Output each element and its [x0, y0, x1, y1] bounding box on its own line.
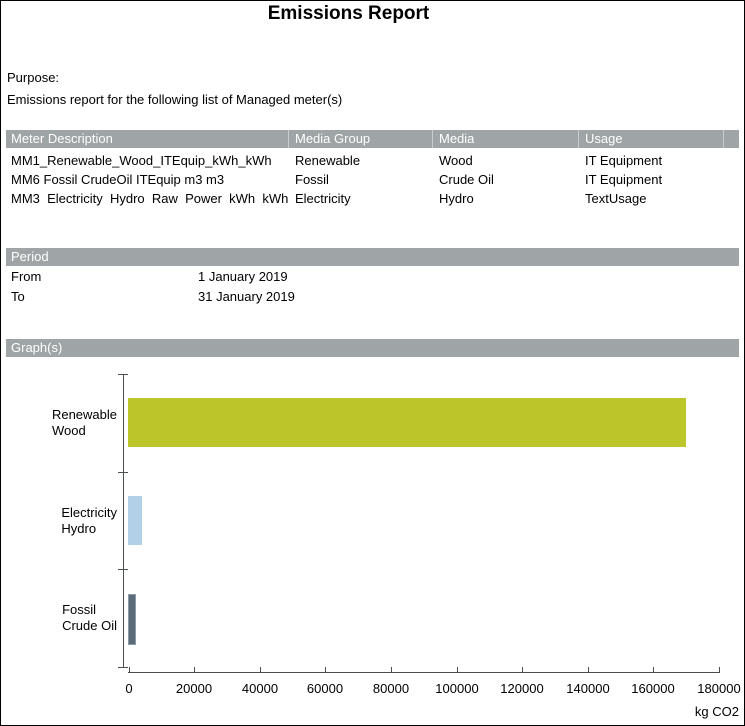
table-row: MM3 Electricity Hydro Raw Power kWh kWh … [1, 189, 744, 208]
x-axis-tick [129, 667, 130, 672]
column-separator [723, 130, 724, 148]
x-axis-title: kg CO2 [601, 704, 739, 719]
bar-electricity-hydro [128, 496, 142, 545]
cell-meter-description: MM6 Fossil CrudeOil ITEquip m3 m3 [11, 170, 292, 189]
column-separator [288, 130, 289, 148]
y-axis-line [123, 374, 124, 667]
cell-media-group: Fossil [295, 170, 329, 189]
period-from-row: From 1 January 2019 [1, 269, 744, 285]
bar-renewable-wood [128, 398, 686, 447]
purpose-text: Emissions report for the following list … [7, 92, 342, 107]
category-label-electricity-hydro: Electricity Hydro [21, 472, 117, 570]
period-section-header: Period [6, 248, 739, 266]
to-label: To [11, 289, 25, 304]
x-axis-tick [391, 667, 392, 672]
from-value: 1 January 2019 [198, 269, 288, 284]
column-header-usage: Usage [585, 130, 623, 148]
x-tick-label: 180000 [679, 681, 745, 696]
graphs-heading: Graph(s) [11, 339, 62, 357]
x-axis-tick [522, 667, 523, 672]
graphs-section-header: Graph(s) [6, 339, 739, 357]
to-value: 31 January 2019 [198, 289, 295, 304]
table-row: MM6 Fossil CrudeOil ITEquip m3 m3 Fossil… [1, 170, 744, 189]
cell-meter-description: MM1_Renewable_Wood_ITEquip_kWh_kWh [11, 151, 292, 170]
category-label-renewable-wood: Renewable Wood [21, 374, 117, 472]
category-label-text: Electricity Hydro [61, 505, 117, 537]
category-label-fossil-crude-oil: Fossil Crude Oil [21, 569, 117, 667]
cell-usage: TextUsage [585, 189, 646, 208]
report-title: Emissions Report [1, 3, 696, 25]
x-axis-tick [588, 667, 589, 672]
column-header-media: Media [439, 130, 474, 148]
table-row: MM1_Renewable_Wood_ITEquip_kWh_kWh Renew… [1, 151, 744, 170]
cell-usage: IT Equipment [585, 151, 662, 170]
cell-media-group: Electricity [295, 189, 351, 208]
period-heading: Period [11, 248, 49, 266]
cell-usage: IT Equipment [585, 170, 662, 189]
column-separator [432, 130, 433, 148]
category-label-text: Renewable Wood [52, 407, 117, 439]
cell-media: Wood [439, 151, 473, 170]
purpose-label: Purpose: [7, 70, 59, 85]
x-axis-tick [260, 667, 261, 672]
category-label-text: Fossil Crude Oil [62, 602, 117, 634]
report-page: Emissions Report Purpose: Emissions repo… [0, 0, 745, 726]
column-header-meter-description: Meter Description [11, 130, 113, 148]
cell-media-group: Renewable [295, 151, 360, 170]
cell-meter-description: MM3 Electricity Hydro Raw Power kWh kWh [11, 189, 292, 208]
period-to-row: To 31 January 2019 [1, 289, 744, 305]
column-header-media-group: Media Group [295, 130, 370, 148]
x-axis-tick [457, 667, 458, 672]
y-axis-tick [118, 472, 128, 473]
cell-media: Crude Oil [439, 170, 494, 189]
y-axis-tick [118, 569, 128, 570]
x-axis-tick [719, 667, 720, 672]
column-separator [578, 130, 579, 148]
cell-media: Hydro [439, 189, 474, 208]
meter-table-header: Meter Description Media Group Media Usag… [6, 130, 739, 148]
y-axis-tick [118, 374, 128, 375]
from-label: From [11, 269, 41, 284]
x-axis-tick [194, 667, 195, 672]
y-axis-tick [118, 667, 128, 668]
bar-fossil-crude-oil [128, 594, 136, 645]
x-axis-tick [325, 667, 326, 672]
x-axis-tick [653, 667, 654, 672]
x-axis-line [128, 672, 720, 673]
